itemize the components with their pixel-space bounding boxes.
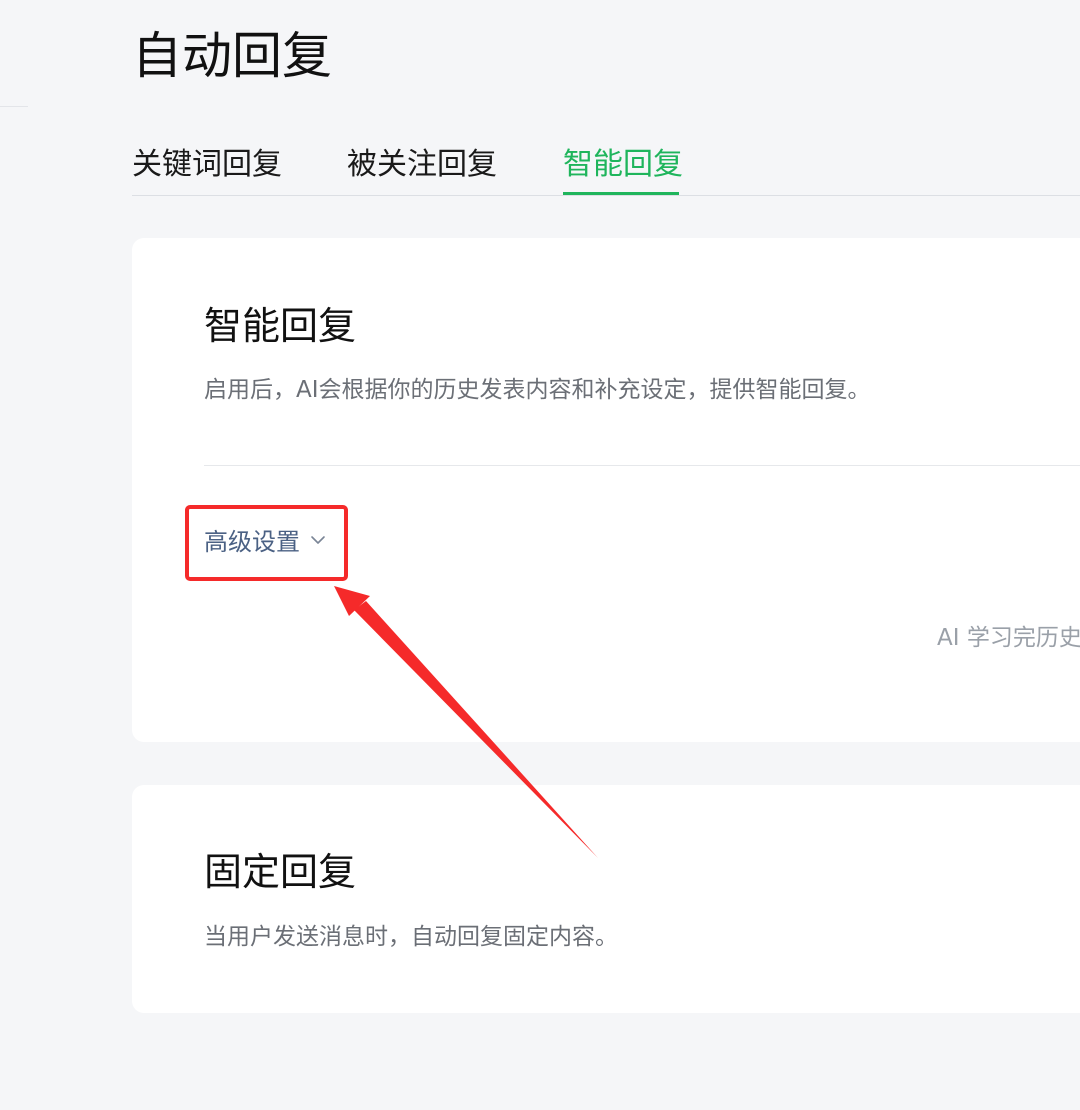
page-title: 自动回复: [132, 27, 332, 85]
fixed-reply-description: 当用户发送消息时，自动回复固定内容。: [204, 924, 618, 950]
advanced-settings-toggle[interactable]: 高级设置: [204, 526, 326, 558]
fixed-reply-title: 固定回复: [204, 850, 357, 894]
smart-reply-description: 启用后，AI会根据你的历史发表内容和补充设定，提供智能回复。: [204, 377, 871, 403]
chevron-down-icon: [311, 536, 325, 544]
smart-reply-title: 智能回复: [204, 304, 357, 348]
advanced-settings-label: 高级设置: [204, 528, 300, 556]
ai-learning-note: AI 学习完历史: [937, 625, 1080, 651]
fixed-reply-card: 固定回复 当用户发送消息时，自动回复固定内容。: [132, 785, 1080, 1013]
smart-reply-card: 智能回复 启用后，AI会根据你的历史发表内容和补充设定，提供智能回复。 高级设置…: [132, 238, 1080, 742]
tab-keyword-reply[interactable]: 关键词回复: [132, 146, 282, 184]
sidebar-divider: [0, 106, 28, 107]
tab-smart-reply[interactable]: 智能回复: [563, 146, 683, 184]
card-divider: [204, 465, 1080, 466]
tab-follow-reply[interactable]: 被关注回复: [347, 146, 497, 184]
tab-bar: 关键词回复 被关注回复 智能回复: [132, 138, 1080, 196]
active-tab-indicator: [563, 192, 679, 195]
